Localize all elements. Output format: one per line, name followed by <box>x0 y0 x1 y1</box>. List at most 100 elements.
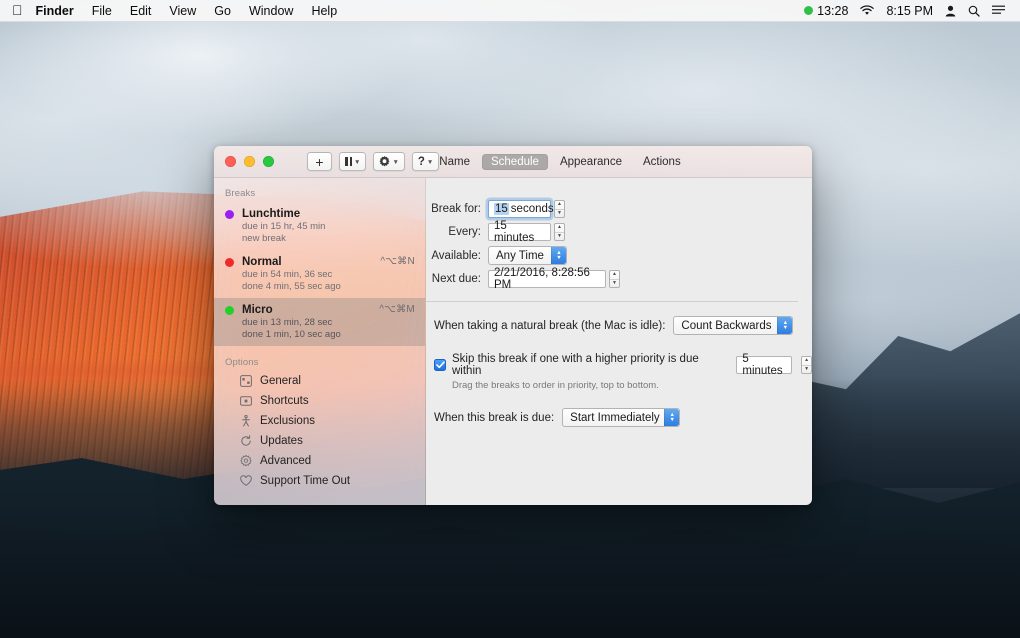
menu-item-window[interactable]: Window <box>240 0 302 22</box>
question-mark-icon: ? <box>418 156 425 168</box>
options-section-header: Options <box>214 346 425 371</box>
when-due-label: When this break is due: <box>434 412 554 424</box>
break-row-lunchtime[interactable]: Lunchtime due in 15 hr, 45 min new break <box>214 202 425 250</box>
break-for-value-unit: seconds <box>511 203 554 215</box>
person-walking-icon <box>239 415 252 428</box>
break-row-normal[interactable]: Normal due in 54 min, 36 sec done 4 min,… <box>214 250 425 298</box>
stepper-down-icon[interactable]: ▼ <box>555 233 564 241</box>
sidebar-item-label: Exclusions <box>260 415 315 427</box>
sidebar-item-advanced[interactable]: Advanced <box>214 451 425 471</box>
break-name: Micro <box>242 303 371 317</box>
skip-break-group: Skip this break if one with a higher pri… <box>426 353 812 391</box>
next-due-row: Next due: 2/21/2016, 8:28:56 PM ▲ ▼ <box>426 270 812 288</box>
tab-actions[interactable]: Actions <box>634 154 690 170</box>
menu-bar-clock[interactable]: 8:15 PM <box>880 0 939 22</box>
settings-button[interactable]: ▼ <box>373 152 404 171</box>
zoom-button[interactable] <box>263 156 274 167</box>
refresh-icon <box>239 435 252 448</box>
natural-break-value: Count Backwards <box>681 320 771 332</box>
skip-break-checkbox[interactable] <box>434 359 446 371</box>
desktop:  Finder File Edit View Go Window Help 1… <box>0 0 1020 638</box>
heart-icon <box>239 475 252 488</box>
break-shortcut: ^⌥⌘N <box>380 256 415 267</box>
notification-center-icon[interactable] <box>986 5 1011 16</box>
stepper-up-icon[interactable]: ▲ <box>802 357 811 366</box>
every-row: Every: 15 minutes ▲ ▼ <box>426 223 812 241</box>
natural-break-select[interactable]: Count Backwards ▲▼ <box>673 316 793 335</box>
every-label: Every: <box>426 226 488 238</box>
sidebar-item-label: Support Time Out <box>260 475 350 487</box>
break-for-input[interactable]: 15 seconds <box>488 200 551 218</box>
break-done: new break <box>242 233 407 245</box>
sidebar-item-general[interactable]: General <box>214 371 425 391</box>
next-due-stepper[interactable]: ▲ ▼ <box>609 270 620 288</box>
minimize-button[interactable] <box>244 156 255 167</box>
break-done: done 1 min, 10 sec ago <box>242 329 371 341</box>
skip-break-label: Skip this break if one with a higher pri… <box>452 353 724 377</box>
sidebar-item-shortcuts[interactable]: Shortcuts <box>214 391 425 411</box>
stepper-down-icon[interactable]: ▼ <box>610 280 619 288</box>
break-for-label: Break for: <box>426 203 488 215</box>
stepper-up-icon[interactable]: ▲ <box>610 271 619 280</box>
sidebar-item-label: Updates <box>260 435 303 447</box>
when-due-value: Start Immediately <box>570 412 659 424</box>
pause-breaks-button[interactable]: ▼ <box>339 152 366 171</box>
break-due: due in 15 hr, 45 min <box>242 221 407 233</box>
sidebar-item-updates[interactable]: Updates <box>214 431 425 451</box>
time-out-preferences-window: + ▼ ▼ ? ▼ <box>214 146 812 505</box>
menu-item-help[interactable]: Help <box>302 0 346 22</box>
menu-app-name[interactable]: Finder <box>34 0 83 22</box>
next-due-input[interactable]: 2/21/2016, 8:28:56 PM <box>488 270 606 288</box>
break-done: done 4 min, 55 sec ago <box>242 281 372 293</box>
available-label: Available: <box>426 250 488 262</box>
when-due-select[interactable]: Start Immediately ▲▼ <box>562 408 680 427</box>
menu-bar-status-items: 13:28 8:15 PM <box>798 0 1020 22</box>
break-row-micro[interactable]: Micro due in 13 min, 28 sec done 1 min, … <box>214 298 425 346</box>
wifi-icon[interactable] <box>854 5 880 16</box>
sidebar-item-support-time-out[interactable]: Support Time Out <box>214 471 425 491</box>
add-break-button[interactable]: + <box>307 152 332 171</box>
search-icon[interactable] <box>962 5 986 17</box>
user-icon[interactable] <box>939 5 962 17</box>
skip-within-input[interactable]: 5 minutes <box>736 356 792 374</box>
popup-arrows-icon: ▲▼ <box>777 317 792 334</box>
stepper-down-icon[interactable]: ▼ <box>802 366 811 374</box>
popup-arrows-icon: ▲▼ <box>551 247 566 264</box>
natural-break-row: When taking a natural break (the Mac is … <box>426 316 812 335</box>
popup-arrows-icon: ▲▼ <box>664 409 679 426</box>
break-color-dot-icon <box>225 258 234 267</box>
available-row: Available: Any Time ▲▼ <box>426 246 812 265</box>
break-name: Normal <box>242 255 372 269</box>
stepper-down-icon[interactable]: ▼ <box>555 210 564 218</box>
skip-break-row: Skip this break if one with a higher pri… <box>434 353 812 377</box>
break-for-stepper[interactable]: ▲ ▼ <box>554 200 565 218</box>
tab-schedule[interactable]: Schedule <box>482 154 548 170</box>
tab-name[interactable]: Name <box>430 154 479 170</box>
window-title-bar[interactable]: + ▼ ▼ ? ▼ <box>214 146 812 178</box>
sidebar-item-exclusions[interactable]: Exclusions <box>214 411 425 431</box>
menu-item-edit[interactable]: Edit <box>121 0 161 22</box>
apple-logo-icon[interactable]:  <box>0 3 34 17</box>
sidebar-item-label: Advanced <box>260 455 311 467</box>
available-select[interactable]: Any Time ▲▼ <box>488 246 567 265</box>
time-out-status-item[interactable]: 13:28 <box>798 0 854 22</box>
menu-item-go[interactable]: Go <box>205 0 240 22</box>
stepper-up-icon[interactable]: ▲ <box>555 224 564 233</box>
available-value: Any Time <box>496 250 544 262</box>
menu-bar:  Finder File Edit View Go Window Help 1… <box>0 0 1020 22</box>
every-stepper[interactable]: ▲ ▼ <box>554 223 565 241</box>
sidebar-item-label: Shortcuts <box>260 395 309 407</box>
tab-appearance[interactable]: Appearance <box>551 154 631 170</box>
menu-item-file[interactable]: File <box>83 0 121 22</box>
every-input[interactable]: 15 minutes <box>488 223 551 241</box>
when-due-row: When this break is due: Start Immediatel… <box>426 408 812 427</box>
time-out-timer: 13:28 <box>817 0 848 22</box>
next-due-label: Next due: <box>426 273 488 285</box>
skip-within-stepper[interactable]: ▲ ▼ <box>801 356 812 374</box>
stepper-up-icon[interactable]: ▲ <box>555 201 564 210</box>
window-body: Breaks Lunchtime due in 15 hr, 45 min ne… <box>214 178 812 505</box>
tab-bar: Name Schedule Appearance Actions <box>214 146 812 178</box>
close-button[interactable] <box>225 156 236 167</box>
break-due: due in 54 min, 36 sec <box>242 269 372 281</box>
menu-item-view[interactable]: View <box>160 0 205 22</box>
